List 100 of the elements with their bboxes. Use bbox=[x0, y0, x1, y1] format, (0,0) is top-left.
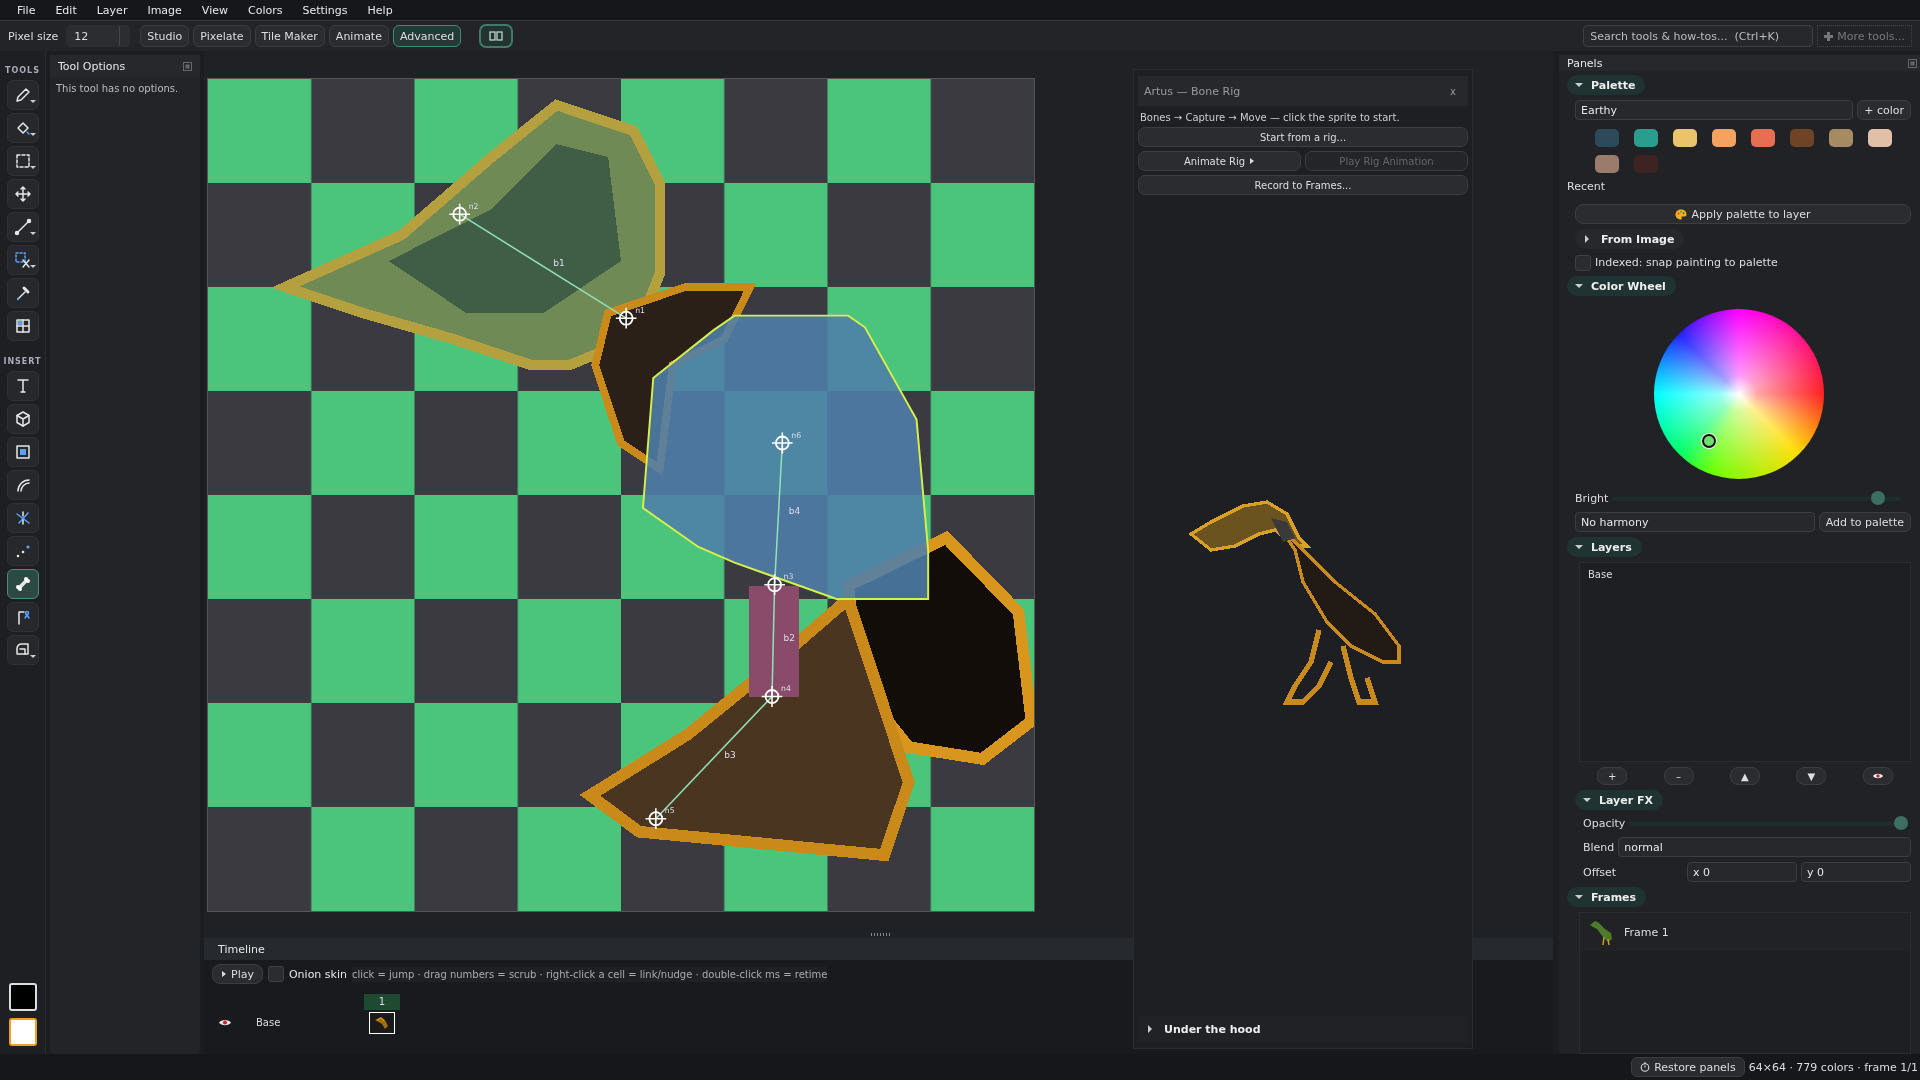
palette-swatch[interactable] bbox=[1634, 155, 1658, 173]
joint-handle-icon[interactable] bbox=[771, 431, 794, 455]
tool-button[interactable] bbox=[6, 278, 39, 308]
bone-label: b3 bbox=[724, 749, 736, 760]
indexed-label: Indexed: snap painting to palette bbox=[1595, 255, 1778, 271]
palette-swatch[interactable] bbox=[1868, 129, 1892, 147]
palette-swatch[interactable] bbox=[1712, 129, 1736, 147]
frame-name[interactable]: Frame 1 bbox=[1624, 925, 1669, 939]
joint-handle-icon[interactable] bbox=[763, 573, 786, 596]
play-button[interactable]: Play bbox=[212, 964, 263, 984]
menu-item[interactable]: Layer bbox=[87, 3, 137, 17]
onion-skin-checkbox[interactable] bbox=[267, 966, 284, 982]
eye-icon[interactable] bbox=[218, 1017, 232, 1027]
bone-icon bbox=[13, 575, 32, 593]
offset-x-field[interactable]: x 0 bbox=[1687, 862, 1797, 882]
section-label: TOOLS bbox=[5, 66, 40, 75]
joint-handle-icon[interactable] bbox=[615, 307, 638, 330]
tool-button[interactable] bbox=[6, 404, 39, 434]
slider-thumb[interactable] bbox=[1894, 815, 1908, 830]
frame-number[interactable]: 1 bbox=[364, 994, 400, 1010]
eye-icon bbox=[1871, 772, 1884, 780]
tool-button[interactable] bbox=[6, 179, 39, 209]
add-to-palette-button[interactable]: Add to palette bbox=[1818, 512, 1911, 532]
rig-button[interactable]: Animate Rig bbox=[1138, 151, 1301, 171]
tool-button[interactable] bbox=[6, 437, 39, 467]
palette-swatch[interactable] bbox=[1673, 129, 1697, 147]
from-image-toggle[interactable]: From Image bbox=[1575, 229, 1685, 249]
offset-y-field[interactable]: y 0 bbox=[1801, 862, 1911, 882]
tool-button[interactable] bbox=[6, 602, 39, 632]
tool-button[interactable] bbox=[6, 635, 39, 665]
mode-tab[interactable]: Advanced bbox=[392, 25, 462, 47]
color-picker-handle[interactable] bbox=[1702, 434, 1716, 448]
section-header[interactable]: Palette bbox=[1567, 75, 1646, 95]
resize-handle[interactable] bbox=[871, 933, 891, 936]
palette-swatch[interactable] bbox=[1751, 129, 1775, 147]
slider-thumb[interactable] bbox=[1870, 490, 1885, 505]
menu-item[interactable]: View bbox=[192, 3, 237, 17]
tool-button[interactable] bbox=[6, 311, 39, 341]
layer-action-button[interactable]: ▼ bbox=[1796, 767, 1827, 785]
palette-swatch[interactable] bbox=[1595, 155, 1619, 173]
layer-action-button[interactable]: ▲ bbox=[1729, 767, 1760, 785]
close-button[interactable]: x bbox=[1444, 84, 1462, 98]
palette-name-field[interactable]: Earthy bbox=[1575, 100, 1854, 120]
tool-button[interactable] bbox=[6, 146, 39, 176]
indexed-checkbox[interactable] bbox=[1575, 254, 1591, 271]
tool-button[interactable] bbox=[6, 470, 39, 500]
pixel-size-field[interactable]: 12 bbox=[66, 25, 131, 47]
rig-button[interactable]: Record to Frames... bbox=[1138, 175, 1468, 195]
layer-action-button[interactable]: – bbox=[1663, 767, 1694, 785]
apply-palette-button[interactable]: Apply palette to layer bbox=[1575, 204, 1911, 224]
menu-item[interactable]: Colors bbox=[238, 3, 292, 17]
palette-swatch[interactable] bbox=[1595, 129, 1619, 147]
panel-title: Timeline bbox=[218, 942, 265, 956]
mode-tab[interactable]: Tile Maker bbox=[254, 25, 325, 47]
section-header[interactable]: Frames bbox=[1567, 887, 1647, 907]
menu-item[interactable]: Image bbox=[138, 3, 191, 17]
move-icon bbox=[13, 185, 32, 203]
menu-item[interactable]: Help bbox=[358, 3, 402, 17]
popout-icon[interactable] bbox=[1908, 58, 1917, 68]
mode-tab[interactable]: Animate bbox=[328, 25, 389, 47]
layer-action-button[interactable]: + bbox=[1597, 767, 1628, 785]
section-header[interactable]: Color Wheel bbox=[1567, 276, 1676, 296]
joint-handle-icon[interactable] bbox=[644, 807, 667, 830]
color-swatch[interactable] bbox=[8, 1018, 37, 1046]
selection-outline[interactable] bbox=[641, 314, 930, 600]
frame-thumbnail[interactable] bbox=[369, 1012, 395, 1034]
palette-swatch[interactable] bbox=[1634, 129, 1658, 147]
palette-swatch[interactable] bbox=[1790, 129, 1814, 147]
plus-icon bbox=[1824, 31, 1834, 41]
blend-select[interactable]: normal bbox=[1618, 837, 1911, 857]
cross-icon bbox=[13, 509, 32, 527]
mode-tab[interactable]: Studio bbox=[140, 25, 190, 47]
joint-handle-icon[interactable] bbox=[448, 203, 471, 226]
search-field[interactable]: Search tools & how-tos... (Ctrl+K) bbox=[1583, 25, 1814, 47]
section-header[interactable]: Layer FX bbox=[1575, 790, 1663, 810]
menu-item[interactable]: File bbox=[8, 3, 45, 17]
more-tools-button[interactable]: More tools... bbox=[1817, 25, 1912, 47]
tool-button[interactable] bbox=[6, 212, 39, 242]
section-header[interactable]: Layers bbox=[1567, 537, 1642, 557]
palette-swatch[interactable] bbox=[1829, 129, 1853, 147]
layout-toggle-button[interactable] bbox=[479, 24, 514, 48]
visibility-button[interactable] bbox=[1862, 767, 1893, 785]
harmony-select[interactable]: No harmony bbox=[1575, 512, 1815, 532]
add-color-button[interactable]: + color bbox=[1857, 100, 1911, 120]
menu-item[interactable]: Settings bbox=[293, 3, 357, 17]
tool-button[interactable] bbox=[6, 569, 39, 599]
bone-line[interactable] bbox=[655, 695, 773, 820]
tool-button[interactable] bbox=[6, 371, 39, 401]
menu-item[interactable]: Edit bbox=[46, 3, 86, 17]
mode-tab[interactable]: Pixelate bbox=[193, 25, 251, 47]
panel-title: Tool Options bbox=[58, 59, 126, 73]
tool-button[interactable] bbox=[6, 80, 39, 110]
tool-button[interactable] bbox=[6, 245, 39, 275]
tool-button[interactable] bbox=[6, 113, 39, 143]
tool-button[interactable] bbox=[6, 503, 39, 533]
popout-icon[interactable] bbox=[183, 61, 192, 71]
rig-button[interactable]: Start from a rig... bbox=[1138, 127, 1468, 147]
layer-name[interactable]: Base bbox=[1584, 567, 1617, 582]
color-swatch[interactable] bbox=[8, 983, 37, 1011]
restore-panels-button[interactable]: Restore panels bbox=[1631, 1057, 1745, 1077]
